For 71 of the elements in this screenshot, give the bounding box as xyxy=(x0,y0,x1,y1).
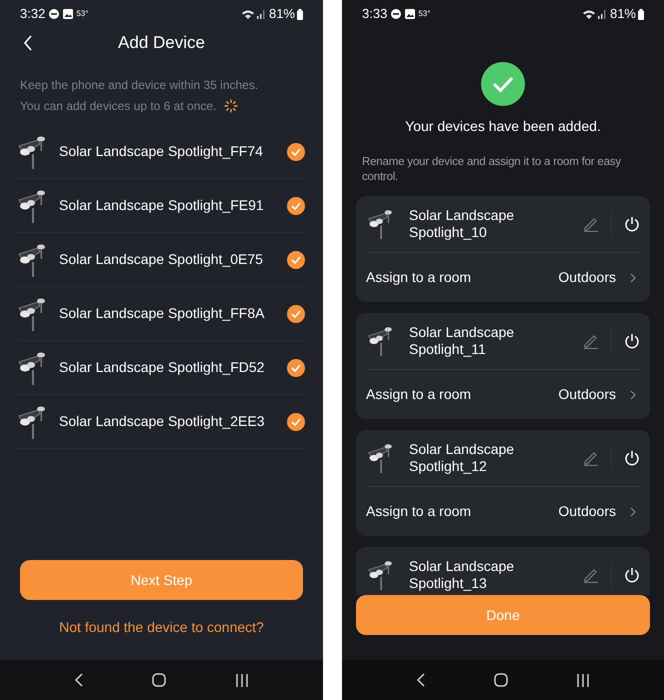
device-row[interactable]: Solar Landscape Spotlight_2EE3 xyxy=(16,395,307,449)
power-icon[interactable] xyxy=(624,567,640,583)
room-label: Assign to a room xyxy=(366,268,472,287)
power-icon[interactable] xyxy=(624,216,640,232)
clock: 3:32 xyxy=(20,5,46,24)
recents-icon[interactable] xyxy=(234,674,249,686)
back-icon[interactable] xyxy=(416,673,426,687)
check-icon[interactable] xyxy=(287,412,305,430)
page-title: Add Device xyxy=(118,32,205,54)
hint-text: Keep the phone and device within 35 inches. xyxy=(20,77,258,94)
clock: 3:33 xyxy=(362,5,388,24)
chevron-right-icon xyxy=(630,390,636,400)
room-value: Outdoors xyxy=(558,502,616,521)
edit-icon[interactable] xyxy=(583,216,599,232)
room-row[interactable]: Assign to a room Outdoors xyxy=(366,369,640,419)
power-icon[interactable] xyxy=(624,450,640,466)
check-icon[interactable] xyxy=(287,196,305,214)
device-name: Solar Landscape Spotlight_FF74 xyxy=(59,142,264,161)
device-name: Solar Landscape Spotlight_2EE3 xyxy=(59,412,266,431)
device-name: Solar Landscape Spotlight_FD52 xyxy=(59,358,266,377)
temperature: 53° xyxy=(418,8,430,20)
device-name: Solar Landscape Spotlight_FF8A xyxy=(59,304,266,323)
check-icon[interactable] xyxy=(287,142,305,160)
device-row[interactable]: Solar Landscape Spotlight_0E75 xyxy=(16,233,307,287)
device-name: Solar Landscape Spotlight_13 xyxy=(409,558,516,592)
temperature: 53° xyxy=(76,8,88,20)
check-icon[interactable] xyxy=(287,358,305,376)
back-icon[interactable] xyxy=(74,673,84,687)
edit-icon[interactable] xyxy=(583,333,599,349)
recents-icon[interactable] xyxy=(576,674,590,686)
check-icon[interactable] xyxy=(287,250,305,268)
device-row[interactable]: Solar Landscape Spotlight_FE91 xyxy=(16,179,307,233)
device-name: Solar Landscape Spotlight_10 xyxy=(409,207,516,241)
success-check-icon xyxy=(481,62,525,106)
room-row[interactable]: Assign to a room Outdoors xyxy=(366,486,640,536)
success-message: Your devices have been added. xyxy=(404,117,602,136)
room-label: Assign to a room xyxy=(366,385,472,404)
device-name: Solar Landscape Spotlight_FE91 xyxy=(59,196,265,215)
description-text: Rename your device and assign it to a room for easy control. xyxy=(361,155,622,185)
room-value: Outdoors xyxy=(558,385,616,404)
device-name: Solar Landscape Spotlight_0E75 xyxy=(59,250,264,269)
edit-icon[interactable] xyxy=(583,450,599,466)
signal-icon xyxy=(256,9,266,19)
room-label: Assign to a room xyxy=(366,502,472,521)
battery-percent: 81% xyxy=(610,5,636,24)
home-icon[interactable] xyxy=(152,673,166,687)
gallery-icon xyxy=(63,9,74,19)
device-name: Solar Landscape Spotlight_11 xyxy=(409,324,516,358)
chevron-right-icon xyxy=(630,506,636,516)
room-value: Outdoors xyxy=(558,268,616,287)
device-row[interactable]: Solar Landscape Spotlight_FD52 xyxy=(16,341,307,395)
room-row[interactable]: Assign to a room Outdoors xyxy=(366,252,640,302)
edit-icon[interactable] xyxy=(583,567,599,583)
device-name: Solar Landscape Spotlight_12 xyxy=(409,441,516,475)
wifi-icon xyxy=(240,8,255,20)
home-icon[interactable] xyxy=(494,673,508,687)
device-row[interactable]: Solar Landscape Spotlight_FF74 xyxy=(16,125,307,179)
device-row[interactable]: Solar Landscape Spotlight_FF8A xyxy=(16,287,307,341)
battery-icon xyxy=(297,8,303,20)
dnd-icon xyxy=(49,9,60,19)
hint-text: You can add devices up to 6 at once. xyxy=(20,98,216,115)
signal-icon xyxy=(598,9,607,19)
wifi-icon xyxy=(582,8,596,20)
not-found-link[interactable]: Not found the device to connect? xyxy=(0,617,323,638)
gallery-icon xyxy=(405,9,416,19)
chevron-right-icon xyxy=(630,272,636,282)
battery-icon xyxy=(638,8,644,20)
check-icon[interactable] xyxy=(287,304,305,322)
dnd-icon xyxy=(391,9,402,19)
battery-percent: 81% xyxy=(268,5,295,24)
power-icon[interactable] xyxy=(624,333,640,349)
